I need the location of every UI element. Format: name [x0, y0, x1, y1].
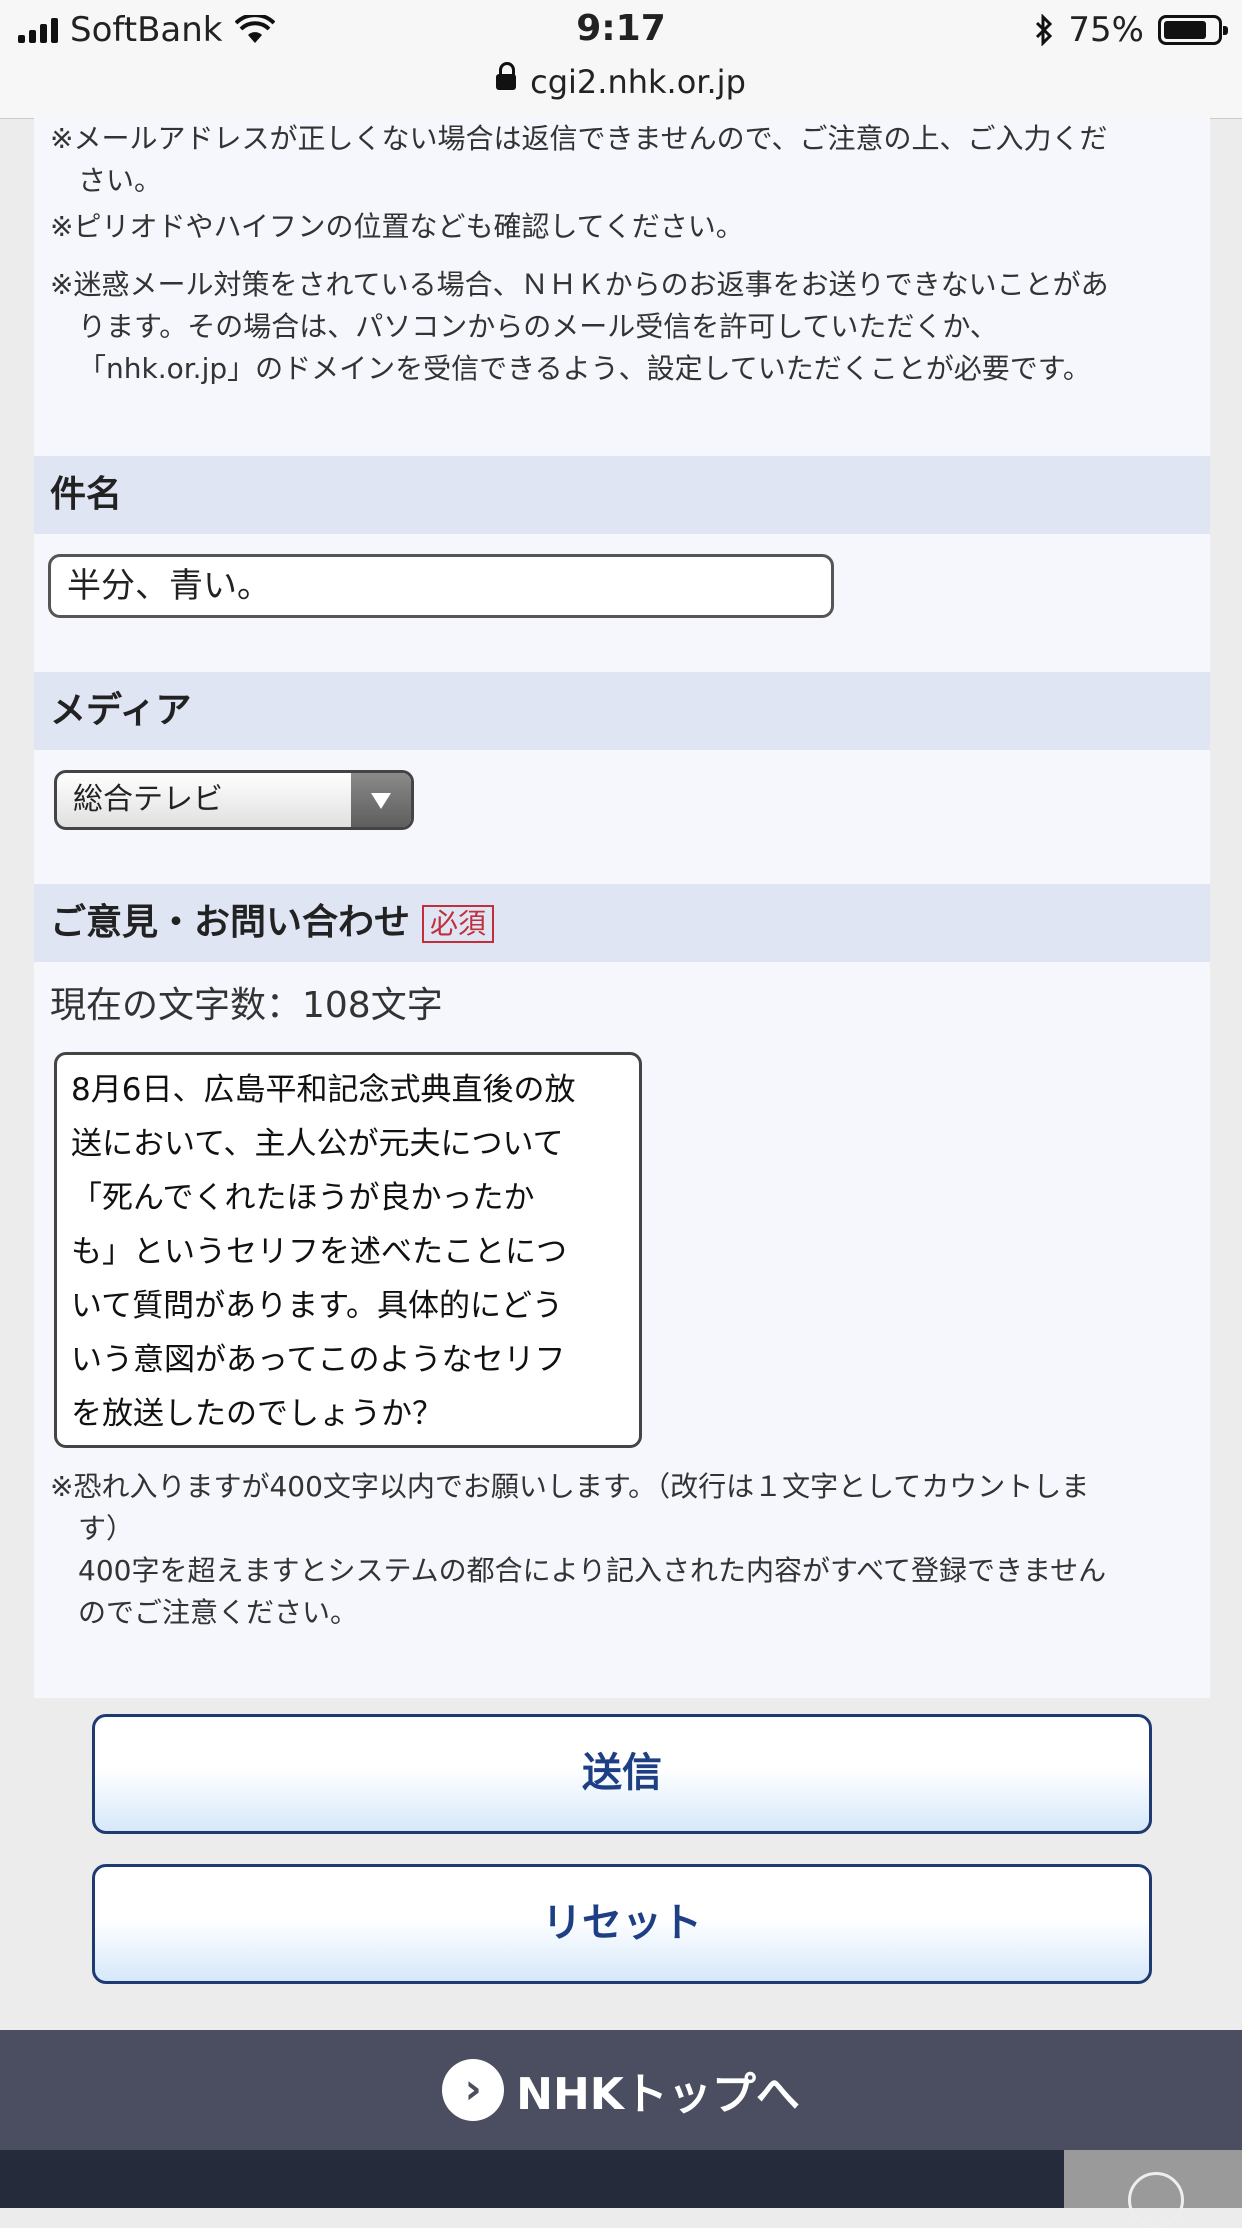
- opinion-heading: ご意見・お問い合わせ 必須: [34, 884, 1210, 962]
- bottom-bar: [0, 2150, 1242, 2228]
- bluetooth-icon: [1036, 14, 1053, 46]
- email-note-3-line3: 「nhk.or.jp」のドメインを受信できるよう、設定していただくことが必要です…: [78, 352, 1091, 385]
- opinion-label: ご意見・お問い合わせ: [50, 902, 411, 943]
- chevron-right-icon: ›: [442, 2059, 505, 2121]
- status-right: 75%: [1034, 10, 1228, 50]
- media-heading: メディア: [34, 672, 1210, 750]
- limit-note-line2: す）: [78, 1512, 135, 1545]
- media-selected-value: 総合テレビ: [73, 782, 223, 817]
- nhk-top-link-label: NHKトップへ: [516, 2069, 800, 2120]
- footer-bar: › NHKトップへ: [0, 2030, 1242, 2150]
- submit-button[interactable]: 送信: [92, 1714, 1152, 1834]
- chevron-down-icon: [351, 773, 411, 827]
- address-bar[interactable]: cgi2.nhk.or.jp: [0, 62, 1242, 119]
- char-counter: 現在の文字数：108文字: [50, 985, 443, 1026]
- nhk-top-link[interactable]: › NHKトップへ: [442, 2030, 800, 2150]
- limit-note: ※恐れ入りますが400文字以内でお願いします。（改行は１文字としてカウントしま …: [50, 1466, 1106, 1634]
- form-panel: ※メールアドレスが正しくない場合は返信できませんので、ご注意の上、ご入力くだ さ…: [34, 118, 1210, 1698]
- status-bar: SoftBank 9:17 75%: [0, 0, 1242, 62]
- lock-icon: [496, 62, 517, 90]
- battery-icon: [1158, 15, 1228, 45]
- scroll-top-button[interactable]: [1064, 2150, 1242, 2228]
- email-note-2: ※ピリオドやハイフンの位置なども確認してください。: [50, 210, 744, 243]
- reset-button[interactable]: リセット: [92, 1864, 1152, 1984]
- email-note-1-line1: ※メールアドレスが正しくない場合は返信できませんので、ご注意の上、ご入力くだ: [50, 122, 1108, 155]
- required-badge: 必須: [422, 905, 495, 943]
- email-note-3: ※迷惑メール対策をされている場合、ＮＨＫからのお返事をお送りできないことがあ り…: [50, 264, 1109, 390]
- email-note-3-line1: ※迷惑メール対策をされている場合、ＮＨＫからのお返事をお送りできないことがあ: [50, 268, 1109, 301]
- battery-percent: 75%: [1068, 10, 1144, 50]
- email-note-1-line2: さい。: [78, 164, 163, 197]
- media-select[interactable]: 総合テレビ: [54, 770, 414, 830]
- subject-heading: 件名: [34, 456, 1210, 534]
- limit-note-line3: 400字を超えますとシステムの都合により記入された内容がすべて登録できません: [78, 1554, 1107, 1587]
- url-text: cgi2.nhk.or.jp: [530, 63, 746, 101]
- email-note-3-line2: ります。その場合は、パソコンからのメール受信を許可していただくか、: [78, 310, 998, 343]
- subject-input[interactable]: 半分、青い。: [48, 554, 834, 618]
- opinion-textarea[interactable]: 8月6日、広島平和記念式典直後の放 送において、主人公が元夫について 「死んでく…: [54, 1052, 642, 1448]
- email-note-1: ※メールアドレスが正しくない場合は返信できませんので、ご注意の上、ご入力くだ さ…: [50, 118, 1108, 202]
- limit-note-line4: のでご注意ください。: [78, 1596, 359, 1629]
- limit-note-line1: ※恐れ入りますが400文字以内でお願いします。（改行は１文字としてカウントしま: [50, 1470, 1090, 1503]
